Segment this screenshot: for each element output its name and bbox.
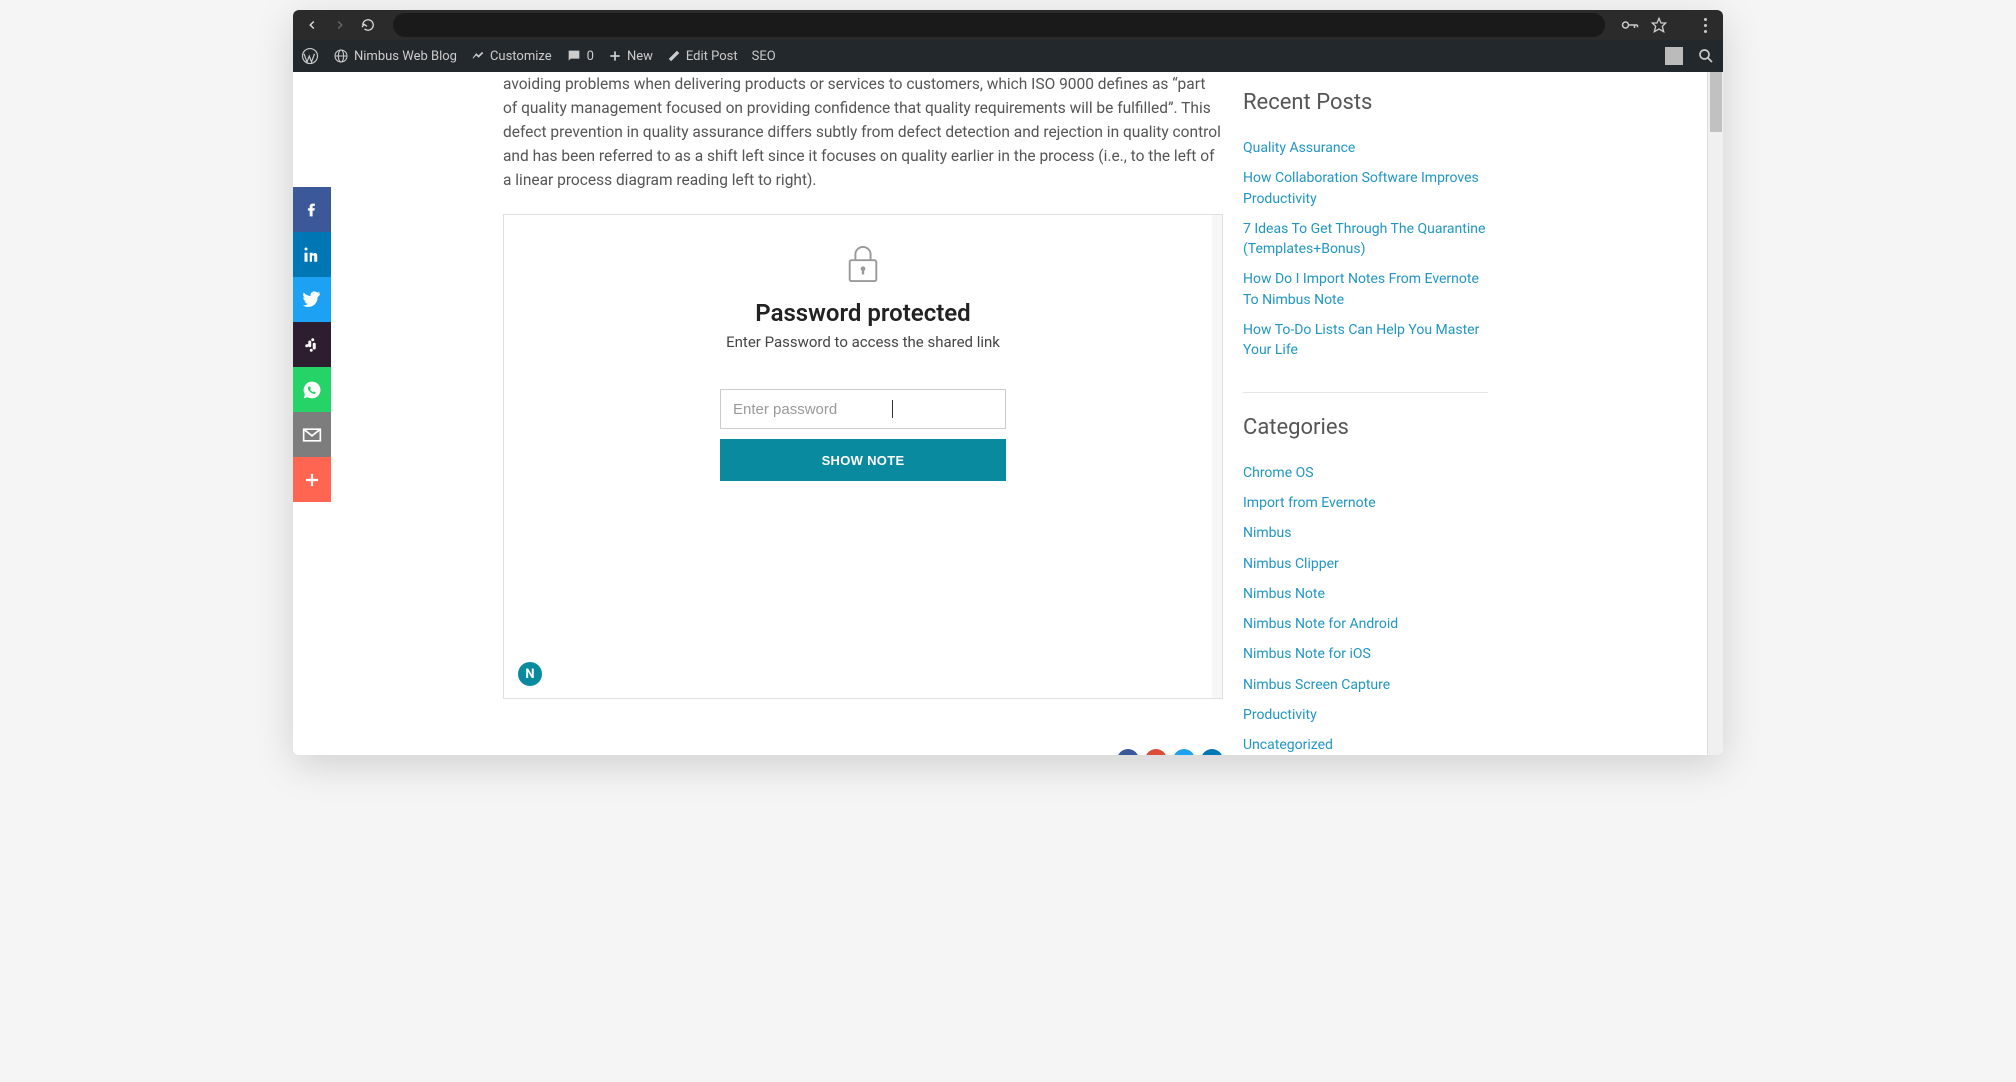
key-icon[interactable] [1621,19,1639,31]
sidebar: Recent Posts Quality Assurance How Colla… [1243,72,1488,755]
bottom-share-linkedin[interactable] [1201,749,1223,755]
browser-window: Nimbus Web Blog Customize 0 New Edit Pos… [293,10,1723,755]
recent-post-link[interactable]: How To-Do Lists Can Help You Master Your… [1243,315,1488,366]
category-link[interactable]: Nimbus Note for Android [1243,609,1488,639]
category-link[interactable]: Nimbus Clipper [1243,549,1488,579]
article-paragraph: avoiding problems when delivering produc… [503,72,1223,192]
bottom-share-googleplus[interactable]: G+ [1145,749,1167,755]
recent-posts-heading: Recent Posts [1243,90,1488,115]
bottom-share-facebook[interactable] [1117,749,1139,755]
category-link[interactable]: Nimbus Note [1243,579,1488,609]
scrollbar-thumb[interactable] [1710,72,1722,132]
password-embed-card: Password protected Enter Password to acc… [503,214,1223,699]
new-label: New [627,49,653,64]
browser-menu-button[interactable] [1697,18,1713,33]
new-link[interactable]: New [608,49,653,64]
text-cursor-icon [892,400,893,418]
main-column: avoiding problems when delivering produc… [503,72,1223,755]
category-link[interactable]: Nimbus Note for iOS [1243,639,1488,669]
wordpress-admin-bar: Nimbus Web Blog Customize 0 New Edit Pos… [293,40,1723,72]
share-slack-button[interactable] [293,322,331,367]
browser-right-icons [1621,17,1667,33]
seo-label: SEO [752,49,776,64]
browser-toolbar [293,10,1723,40]
url-bar[interactable] [393,13,1605,37]
lock-icon [844,243,882,285]
reload-button[interactable] [359,16,377,34]
share-linkedin-button[interactable] [293,232,331,277]
category-link[interactable]: Uncategorized [1243,730,1488,755]
categories-list: Chrome OS Import from Evernote Nimbus Ni… [1243,458,1488,755]
categories-heading: Categories [1243,415,1488,440]
nimbus-logo-badge[interactable]: N [518,662,542,686]
recent-post-link[interactable]: How Collaboration Software Improves Prod… [1243,163,1488,214]
embed-scrollbar[interactable] [1212,215,1222,698]
star-icon[interactable] [1651,17,1667,33]
social-share-bar [293,187,331,502]
share-whatsapp-button[interactable] [293,367,331,412]
search-icon[interactable] [1697,47,1715,65]
recent-posts-list: Quality Assurance How Collaboration Soft… [1243,133,1488,366]
share-more-button[interactable] [293,457,331,502]
comments-link[interactable]: 0 [566,48,594,64]
seo-link[interactable]: SEO [752,49,776,64]
recent-post-link[interactable]: How Do I Import Notes From Evernote To N… [1243,264,1488,315]
share-twitter-button[interactable] [293,277,331,322]
page-scrollbar[interactable] [1707,72,1723,755]
edit-post-label: Edit Post [686,49,738,64]
recent-post-link[interactable]: Quality Assurance [1243,133,1488,163]
category-link[interactable]: Productivity [1243,700,1488,730]
category-link[interactable]: Import from Evernote [1243,488,1488,518]
password-input[interactable] [720,389,1006,429]
recent-post-link[interactable]: 7 Ideas To Get Through The Quarantine (T… [1243,214,1488,265]
password-subtitle: Enter Password to access the shared link [726,333,1000,351]
page-content: avoiding problems when delivering produc… [293,72,1723,755]
share-facebook-button[interactable] [293,187,331,232]
comments-count: 0 [587,49,594,64]
site-name: Nimbus Web Blog [354,49,457,64]
share-email-button[interactable] [293,412,331,457]
user-avatar[interactable] [1665,47,1683,65]
category-link[interactable]: Nimbus [1243,518,1488,548]
category-link[interactable]: Nimbus Screen Capture [1243,670,1488,700]
customize-link[interactable]: Customize [471,49,552,64]
bottom-share-row: G+ [503,749,1223,755]
forward-button[interactable] [331,16,349,34]
wordpress-logo[interactable] [301,47,319,65]
show-note-button[interactable]: SHOW NOTE [720,439,1006,481]
password-title: Password protected [755,299,970,327]
edit-post-link[interactable]: Edit Post [667,49,738,64]
back-button[interactable] [303,16,321,34]
sidebar-divider [1243,392,1488,393]
category-link[interactable]: Chrome OS [1243,458,1488,488]
bottom-share-twitter[interactable] [1173,749,1195,755]
site-link[interactable]: Nimbus Web Blog [333,48,457,64]
customize-label: Customize [490,49,552,64]
